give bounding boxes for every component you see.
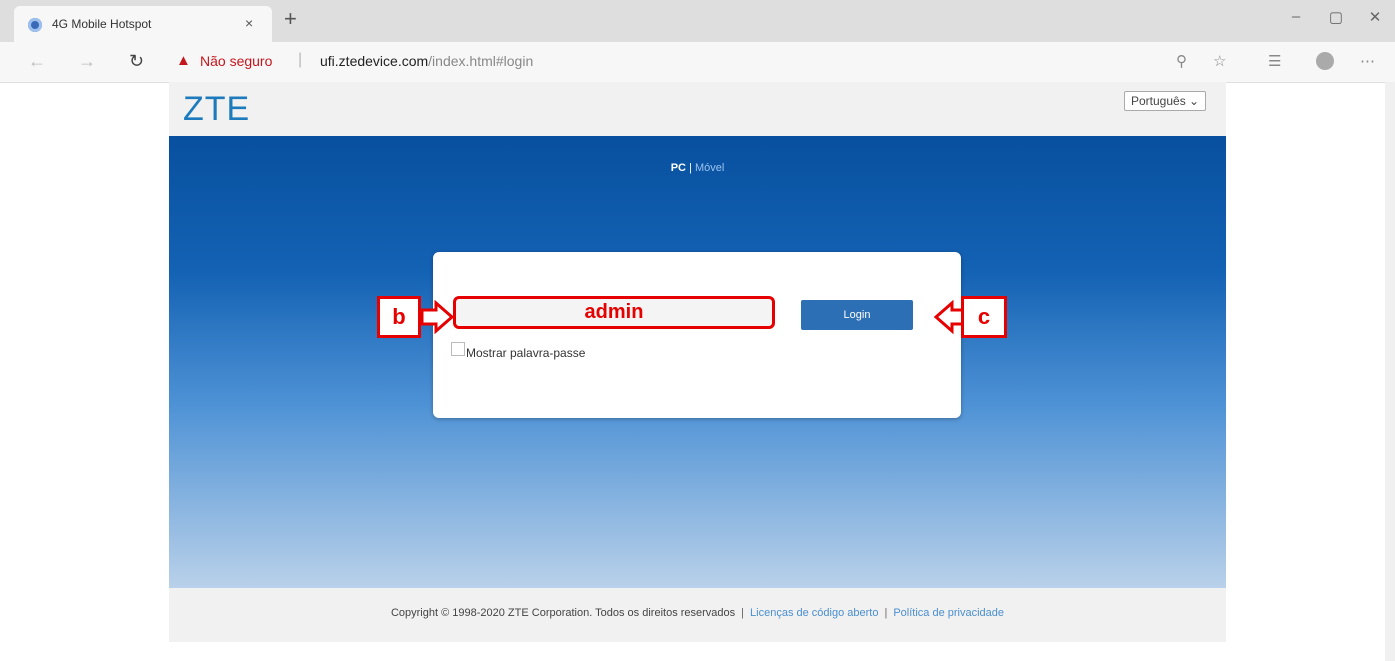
address-separator: | [298, 51, 303, 68]
favorites-list-icon[interactable]: ☰ [1268, 52, 1281, 70]
warning-icon: ▲ [176, 52, 191, 69]
zoom-icon[interactable]: ⚲ [1176, 52, 1187, 70]
not-secure-label[interactable]: Não seguro [200, 53, 272, 69]
arrow-right-icon [420, 300, 455, 334]
footer-separator: | [741, 607, 745, 619]
url-field[interactable]: ufi.ztedevice.com/index.html#login [320, 53, 533, 69]
close-tab-icon[interactable]: × [245, 15, 253, 31]
password-input[interactable]: admin [453, 296, 775, 329]
mode-mobile-link[interactable]: Móvel [695, 162, 724, 174]
tab-bar: 4G Mobile Hotspot × + – ▢ ✕ [0, 0, 1395, 42]
mode-pc-link[interactable]: PC [671, 162, 686, 174]
address-bar: ← → ↻ ▲ Não seguro | ufi.ztedevice.com/i… [0, 42, 1395, 83]
new-tab-icon[interactable]: + [284, 8, 297, 30]
forward-icon[interactable]: → [78, 51, 96, 72]
login-button[interactable]: Login [801, 300, 913, 330]
language-select[interactable]: Português ⌄ [1124, 91, 1207, 111]
close-window-icon[interactable]: ✕ [1355, 8, 1395, 26]
copyright-text: Copyright © 1998-2020 ZTE Corporation. T… [390, 607, 736, 619]
back-icon[interactable]: ← [28, 51, 46, 72]
zte-logo: ZTE [183, 90, 251, 128]
favorite-star-icon[interactable]: ☆ [1213, 52, 1226, 70]
view-mode-switch: PC | Móvel [169, 162, 1226, 174]
privacy-link[interactable]: Política de privacidade [893, 607, 1004, 619]
globe-icon [28, 18, 42, 32]
login-card [433, 252, 961, 418]
page-header: ZTE Português ⌄ [169, 82, 1226, 136]
tab-title: 4G Mobile Hotspot [52, 17, 152, 31]
annotation-marker-b: b [377, 296, 421, 338]
minimize-icon[interactable]: – [1276, 8, 1316, 25]
refresh-icon[interactable]: ↻ [129, 51, 144, 72]
open-source-link[interactable]: Licenças de código aberto [750, 607, 878, 619]
url-path: /index.html#login [428, 53, 534, 69]
browser-tab[interactable]: 4G Mobile Hotspot × [14, 6, 272, 42]
footer-text: Copyright © 1998-2020 ZTE Corporation. T… [169, 607, 1226, 619]
more-menu-icon[interactable]: ⋯ [1360, 52, 1375, 70]
url-host: ufi.ztedevice.com [320, 53, 429, 69]
annotation-marker-c: c [961, 296, 1007, 338]
hero-banner: PC | Móvel [169, 136, 1226, 588]
show-password-label: Mostrar palavra-passe [466, 346, 586, 360]
router-login-page: ZTE Português ⌄ PC | Móvel admin Login M… [169, 82, 1226, 642]
scrollbar[interactable] [1385, 82, 1395, 661]
footer-separator: | [884, 607, 888, 619]
profile-avatar-icon[interactable] [1316, 52, 1334, 70]
page-footer: Copyright © 1998-2020 ZTE Corporation. T… [169, 588, 1226, 642]
mode-separator: | [685, 162, 695, 174]
show-password-checkbox[interactable] [451, 342, 465, 356]
restore-icon[interactable]: ▢ [1316, 8, 1356, 26]
